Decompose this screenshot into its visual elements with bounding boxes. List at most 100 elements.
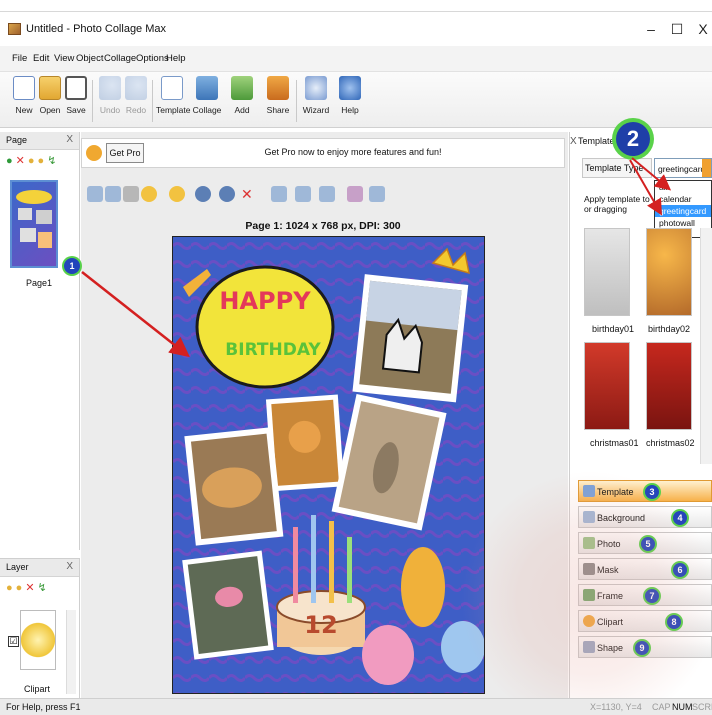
rotate-left-icon[interactable] bbox=[195, 186, 211, 202]
info-icon bbox=[86, 145, 102, 161]
tab-frame[interactable]: Frame 7 bbox=[578, 584, 712, 606]
refresh-icon[interactable]: ↯ bbox=[47, 155, 59, 167]
template-scrollbar[interactable] bbox=[700, 228, 712, 464]
add-button[interactable]: Add bbox=[226, 76, 258, 115]
new-doc-icon bbox=[13, 76, 35, 100]
collage-canvas[interactable]: HAPPY BIRTHDAY 12 bbox=[172, 236, 485, 694]
add-page-icon[interactable]: ● bbox=[6, 155, 16, 167]
callout-badge: 1 bbox=[64, 258, 80, 274]
menu-view[interactable]: View bbox=[54, 53, 74, 64]
actual-size-icon[interactable] bbox=[105, 186, 121, 202]
template-thumb-label: birthday01 bbox=[592, 324, 635, 334]
thumb-photo-shape bbox=[18, 208, 32, 220]
layer-panel-actions: ●●✕↯ bbox=[6, 581, 50, 594]
layer-scrollbar[interactable] bbox=[66, 610, 76, 694]
layer-visibility-checkbox[interactable]: ☑ bbox=[8, 636, 19, 647]
flip-icon[interactable] bbox=[319, 186, 335, 202]
template-thumb[interactable] bbox=[646, 342, 692, 430]
collage-artwork: HAPPY BIRTHDAY 12 bbox=[173, 237, 484, 693]
layer-up-icon[interactable]: ● bbox=[6, 582, 16, 594]
menu-edit[interactable]: Edit bbox=[33, 53, 49, 64]
menu-options[interactable]: Options bbox=[136, 53, 169, 64]
background-tab-icon bbox=[583, 511, 595, 523]
align-icon[interactable] bbox=[271, 186, 287, 202]
add-icon bbox=[231, 76, 253, 100]
layer-thumbnail[interactable] bbox=[20, 610, 56, 670]
dropdown-option[interactable]: calendar bbox=[655, 193, 711, 205]
get-pro-button[interactable]: Get Pro bbox=[106, 143, 144, 163]
move-up-icon[interactable]: ● bbox=[28, 155, 38, 167]
page-panel-header: Page X bbox=[0, 132, 79, 150]
fit-icon[interactable] bbox=[87, 186, 103, 202]
callout-badge: 9 bbox=[635, 641, 649, 655]
tab-mask[interactable]: Mask 6 bbox=[578, 558, 712, 580]
redo-button[interactable]: Redo bbox=[120, 76, 152, 115]
menu-object[interactable]: Object bbox=[76, 53, 103, 64]
delete-page-icon[interactable]: ✕ bbox=[16, 155, 28, 167]
delete-icon[interactable]: ✕ bbox=[241, 186, 257, 202]
callout-badge: 3 bbox=[645, 485, 659, 499]
chevron-down-icon[interactable] bbox=[702, 159, 711, 177]
callout-badge: 5 bbox=[641, 537, 655, 551]
template-thumb[interactable] bbox=[584, 228, 630, 316]
main-toolbar: New Open Save Undo Redo Template Collage… bbox=[0, 72, 712, 128]
collage-button[interactable]: Collage bbox=[191, 76, 223, 115]
page-info: Page 1: 1024 x 768 px, DPI: 300 bbox=[245, 220, 401, 232]
tab-clipart[interactable]: Clipart 8 bbox=[578, 610, 712, 632]
page-thumbnail-label: Page1 bbox=[26, 278, 53, 288]
crop-icon[interactable] bbox=[123, 186, 139, 202]
template-icon bbox=[161, 76, 183, 100]
template-thumb[interactable] bbox=[646, 228, 692, 316]
close-button[interactable]: X bbox=[688, 18, 712, 40]
menu-help[interactable]: Help bbox=[166, 53, 186, 64]
help-icon bbox=[339, 76, 361, 100]
bring-forward-icon[interactable] bbox=[141, 186, 157, 202]
tab-template[interactable]: Template 3 bbox=[578, 480, 712, 502]
template-type-label: Template Type bbox=[582, 158, 652, 178]
page-panel-close-button[interactable]: X bbox=[66, 134, 73, 145]
share-button[interactable]: Share bbox=[262, 76, 294, 115]
redo-icon bbox=[125, 76, 147, 100]
undo-icon bbox=[99, 76, 121, 100]
layer-panel-header: Layer X bbox=[0, 559, 79, 577]
tab-background[interactable]: Background 4 bbox=[578, 506, 712, 528]
distribute-icon[interactable] bbox=[295, 186, 311, 202]
template-hint: Apply template to or dragging bbox=[584, 194, 650, 214]
menu-collage[interactable]: Collage bbox=[104, 53, 136, 64]
tab-photo[interactable]: Photo 5 bbox=[578, 532, 712, 554]
status-cap: CAP bbox=[652, 702, 671, 712]
thumb-balloon-shape bbox=[16, 190, 52, 204]
frame-tab-icon bbox=[583, 589, 595, 601]
thumb-photo-shape bbox=[20, 228, 36, 242]
birthday-text: BIRTHDAY bbox=[225, 340, 321, 360]
remove-effect-icon[interactable] bbox=[347, 186, 363, 202]
layer-delete-icon[interactable]: ✕ bbox=[25, 582, 37, 594]
template-type-select[interactable]: greetingcard bbox=[654, 158, 712, 178]
template-panel-close-button[interactable]: X bbox=[570, 136, 577, 147]
callout-badge-large: 2 bbox=[616, 122, 650, 156]
dropdown-option[interactable]: all bbox=[655, 181, 711, 193]
layer-panel-close-button[interactable]: X bbox=[66, 561, 73, 572]
folder-icon bbox=[39, 76, 61, 100]
layer-refresh-icon[interactable]: ↯ bbox=[38, 582, 50, 594]
template-tab-icon bbox=[583, 485, 595, 497]
thumb-photo-shape bbox=[36, 210, 52, 224]
dropdown-option-selected[interactable]: greetingcard bbox=[655, 205, 711, 217]
save-button[interactable]: Save bbox=[60, 76, 92, 115]
send-backward-icon[interactable] bbox=[169, 186, 185, 202]
callout-badge: 4 bbox=[673, 511, 687, 525]
wizard-button[interactable]: Wizard bbox=[300, 76, 332, 115]
rotate-right-icon[interactable] bbox=[219, 186, 235, 202]
menu-file[interactable]: File bbox=[12, 53, 27, 64]
page-thumbnail[interactable] bbox=[10, 180, 58, 268]
template-button[interactable]: Template bbox=[156, 76, 191, 115]
layer-panel-title: Layer bbox=[6, 562, 29, 572]
tab-shape[interactable]: Shape 9 bbox=[578, 636, 712, 658]
template-thumb[interactable] bbox=[584, 342, 630, 430]
move-down-icon[interactable]: ● bbox=[38, 155, 48, 167]
layer-down-icon[interactable]: ● bbox=[16, 582, 26, 594]
share-icon bbox=[267, 76, 289, 100]
properties-icon[interactable] bbox=[369, 186, 385, 202]
save-icon bbox=[65, 76, 87, 100]
help-button[interactable]: Help bbox=[334, 76, 366, 115]
